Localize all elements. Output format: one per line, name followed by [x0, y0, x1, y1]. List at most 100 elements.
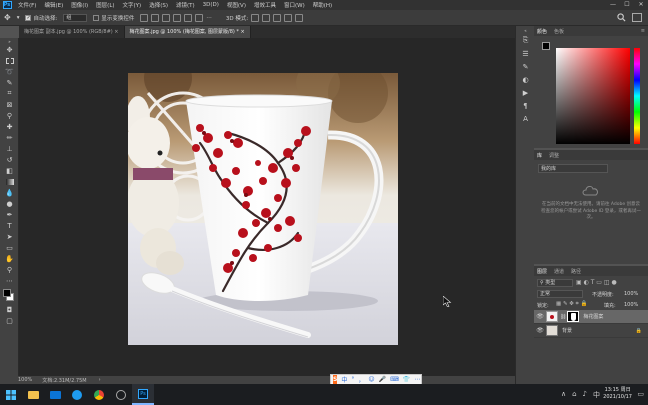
layer-filter-kind[interactable]: ⚲ 类型 — [537, 279, 573, 287]
align-right-icon[interactable] — [162, 13, 171, 22]
more-options-icon[interactable]: ⋯ — [206, 15, 212, 21]
menu-plugins[interactable]: 增效工具 — [250, 1, 280, 9]
history-brush-tool[interactable]: ↺ — [0, 154, 19, 165]
maximize-button[interactable]: ☐ — [620, 0, 634, 10]
ime-emoji-icon[interactable]: ☺ — [368, 376, 374, 383]
photoshop-taskbar-icon[interactable]: Ps — [132, 384, 154, 405]
tab-paths[interactable]: 路径 — [571, 268, 581, 275]
brush-tool[interactable]: ✏ — [0, 132, 19, 143]
eraser-tool[interactable]: ◧ — [0, 165, 19, 176]
menu-layer[interactable]: 图层(L) — [92, 1, 118, 9]
eyedropper-tool[interactable]: ⚲ — [0, 110, 19, 121]
ime-keyboard-icon[interactable]: ⌨ — [390, 376, 399, 383]
menu-file[interactable]: 文件(F) — [14, 1, 40, 9]
screen-mode-icon[interactable]: ▢ — [0, 315, 19, 326]
sogou-logo-icon[interactable]: S — [333, 375, 338, 384]
shape-tool[interactable]: ▭ — [0, 242, 19, 253]
document-image[interactable] — [128, 73, 398, 345]
align-bottom-icon[interactable] — [195, 13, 204, 22]
align-left-icon[interactable] — [140, 13, 149, 22]
ime-mode-chinese[interactable]: 中 — [341, 375, 347, 384]
collapse-right-icon[interactable]: « — [516, 26, 535, 34]
color-field[interactable] — [556, 48, 630, 144]
link-icon[interactable]: ⛓ — [560, 314, 566, 320]
app-icon[interactable] — [110, 384, 132, 405]
clone-stamp-tool[interactable]: ⊥ — [0, 143, 19, 154]
layer-name[interactable]: 背景 — [562, 327, 572, 334]
crop-tool[interactable]: ⌗ — [0, 88, 19, 99]
photoshop-logo-icon[interactable]: Ps — [0, 0, 14, 10]
menu-window[interactable]: 窗口(W) — [280, 1, 309, 9]
blend-mode-dropdown[interactable]: 正常 — [537, 290, 583, 298]
layer-name[interactable]: 梅花图案 — [583, 313, 603, 320]
character-panel-icon[interactable]: A — [516, 112, 535, 125]
align-center-icon[interactable] — [151, 13, 160, 22]
tab-libraries[interactable]: 库 — [537, 152, 542, 159]
slide-3d-icon[interactable] — [284, 13, 293, 22]
properties-panel-icon[interactable]: ☰ — [516, 47, 535, 60]
menu-image[interactable]: 图像(I) — [67, 1, 92, 9]
qq-browser-icon[interactable] — [66, 384, 88, 405]
ime-more-icon[interactable]: ⋯ — [414, 376, 420, 383]
clock[interactable]: 13:15 周日 2021/10/17 — [603, 387, 632, 401]
ime-skin-icon[interactable]: 👕 — [403, 376, 410, 383]
tray-up-icon[interactable]: ∧ — [561, 390, 566, 400]
menu-help[interactable]: 帮助(H) — [309, 1, 336, 9]
align-middle-icon[interactable] — [184, 13, 193, 22]
ime-voice-icon[interactable]: 🎤 — [379, 376, 386, 383]
ime-halfwidth-icon[interactable]: ° — [351, 376, 354, 383]
layer-thumbnail[interactable] — [546, 311, 558, 322]
opacity-value[interactable]: 100% — [624, 291, 638, 297]
file-explorer-icon[interactable] — [22, 384, 44, 405]
ime-lang-icon[interactable]: 中 — [593, 390, 600, 400]
auto-select-checkbox[interactable]: ✓ — [25, 14, 32, 21]
quick-select-tool[interactable]: ✎ — [0, 77, 19, 88]
paragraph-panel-icon[interactable]: ¶ — [516, 99, 535, 112]
actions-panel-icon[interactable]: ▶ — [516, 86, 535, 99]
panel-menu-icon[interactable]: ≡ — [641, 28, 645, 34]
align-top-icon[interactable] — [173, 13, 182, 22]
network-icon[interactable]: ⌂ — [572, 390, 576, 400]
search-icon[interactable] — [617, 13, 626, 24]
menu-view[interactable]: 视图(V) — [223, 1, 250, 9]
mail-icon[interactable] — [44, 384, 66, 405]
minimize-button[interactable]: — — [606, 0, 620, 10]
quick-mask-icon[interactable]: ◘ — [0, 304, 19, 315]
close-button[interactable]: ✕ — [634, 0, 648, 10]
history-panel-icon[interactable]: ⎘ — [516, 34, 535, 47]
color-swatches[interactable] — [0, 286, 19, 304]
notification-icon[interactable]: ▭ — [637, 390, 644, 398]
path-select-tool[interactable]: ➤ — [0, 231, 19, 242]
layer-mask-thumbnail[interactable] — [567, 311, 580, 322]
tab-color[interactable]: 颜色 — [537, 28, 547, 35]
tab-document-active[interactable]: 梅花图案.jpg @ 100% (梅花图案, 图层蒙版/8) * × — [124, 26, 251, 38]
scale-3d-icon[interactable] — [295, 13, 304, 22]
marquee-tool[interactable] — [0, 55, 19, 66]
show-transform-checkbox[interactable] — [93, 14, 100, 21]
foreground-color[interactable] — [542, 42, 550, 50]
menu-3d[interactable]: 3D(D) — [199, 2, 223, 8]
move-tool[interactable]: ✥ — [0, 44, 19, 55]
windows-start-icon[interactable] — [0, 384, 22, 405]
type-tool[interactable]: T — [0, 220, 19, 231]
roll-3d-icon[interactable] — [262, 13, 271, 22]
menu-filter[interactable]: 滤镜(T) — [172, 1, 199, 9]
layer-row-plum[interactable]: 👁 ⛓ 梅花图案 — [534, 310, 648, 324]
status-arrow-icon[interactable]: › — [99, 377, 101, 383]
zoom-level[interactable]: 100% — [18, 377, 32, 383]
dodge-tool[interactable]: ● — [0, 198, 19, 209]
chevron-down-icon[interactable]: ▾ — [17, 15, 20, 21]
menu-type[interactable]: 文字(Y) — [119, 1, 146, 9]
tab-adjustments[interactable]: 调整 — [549, 152, 559, 159]
library-dropdown[interactable]: 我的库 — [538, 164, 608, 173]
fill-value[interactable]: 100% — [624, 302, 638, 308]
tab-channels[interactable]: 通道 — [554, 268, 564, 275]
pen-tool[interactable]: ✒ — [0, 209, 19, 220]
tab-document-copy[interactable]: 梅花图案 副本.jpg @ 100% (RGB/8#) × — [19, 26, 125, 38]
eye-icon[interactable]: 👁 — [534, 313, 546, 320]
layer-row-background[interactable]: 👁 背景 🔒 — [534, 324, 648, 338]
layer-thumbnail[interactable] — [546, 325, 558, 336]
blur-tool[interactable]: 💧 — [0, 187, 19, 198]
move-tool-icon[interactable]: ✥ — [4, 13, 11, 22]
frame-tool[interactable]: ⊠ — [0, 99, 19, 110]
